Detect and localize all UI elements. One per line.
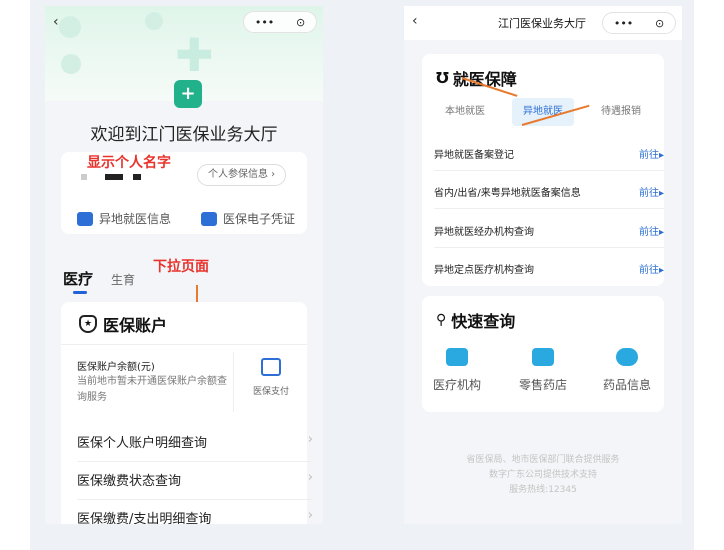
search-icon: ⚲ bbox=[436, 312, 447, 328]
name-mask bbox=[105, 174, 123, 180]
shield-icon: ★ bbox=[79, 315, 97, 333]
welcome-title: 欢迎到江门医保业务大厅 bbox=[90, 125, 278, 145]
list-item[interactable]: 医保缴费/支出明细查询 › bbox=[77, 508, 313, 524]
back-icon[interactable]: ‹ bbox=[412, 13, 418, 29]
hospital-icon bbox=[446, 348, 468, 366]
category-tabs: 医疗 生育 bbox=[63, 268, 135, 289]
tab-local[interactable]: 本地就医 bbox=[434, 98, 496, 126]
quick-item-hospital[interactable]: 医疗机构 bbox=[422, 348, 492, 393]
capsule-menu[interactable]: ••• ⊙ bbox=[602, 12, 676, 34]
service-row[interactable]: 异地定点医疗机构查询 前往▸ bbox=[434, 261, 664, 276]
go-link[interactable]: 前往▸ bbox=[639, 223, 664, 238]
more-icon[interactable]: ••• bbox=[614, 17, 633, 30]
pill-icon bbox=[616, 348, 638, 366]
medical-logo-icon: + bbox=[174, 80, 202, 108]
banner-illustration: ✚ bbox=[175, 28, 220, 82]
id-card-icon bbox=[201, 211, 217, 226]
quicklink-e-voucher[interactable]: 医保电子凭证 bbox=[201, 210, 295, 227]
tab-medical[interactable]: 医疗 bbox=[63, 268, 93, 289]
divider bbox=[61, 344, 307, 345]
tab-reimbursement[interactable]: 待遇报销 bbox=[590, 98, 652, 126]
right-phone-screen: ‹ 江门医保业务大厅 ••• ⊙ ℧ 就医保障 本地就医 异地就医 待遇报销 异地… bbox=[404, 6, 682, 524]
account-section-title: ★ 医保账户 bbox=[79, 312, 167, 336]
divider bbox=[233, 352, 234, 412]
pay-label[interactable]: 医保支付 bbox=[253, 384, 289, 397]
go-link[interactable]: 前往▸ bbox=[639, 261, 664, 276]
go-link[interactable]: 前往▸ bbox=[639, 184, 664, 199]
close-circle-icon[interactable]: ⊙ bbox=[296, 16, 305, 29]
service-row[interactable]: 异地就医经办机构查询 前往▸ bbox=[434, 223, 664, 238]
chevron-right-icon: › bbox=[307, 508, 313, 523]
divider bbox=[434, 247, 664, 248]
user-card: 显示个人名字 个人参保信息 › 异地就医信息 医保电子凭证 bbox=[61, 152, 307, 234]
more-icon[interactable]: ••• bbox=[255, 16, 274, 29]
close-circle-icon[interactable]: ⊙ bbox=[655, 17, 664, 30]
divider bbox=[434, 208, 664, 209]
card-location-icon bbox=[77, 211, 93, 226]
tab-underline bbox=[73, 291, 87, 294]
insurance-info-button[interactable]: 个人参保信息 › bbox=[197, 164, 287, 186]
quick-item-drug[interactable]: 药品信息 bbox=[592, 348, 662, 393]
banner-decoration bbox=[59, 16, 81, 38]
back-icon: ‹ bbox=[53, 14, 59, 30]
footer-line: 服务热线:12345 bbox=[509, 485, 577, 495]
medical-section-title: ℧ 就医保障 bbox=[436, 69, 517, 89]
banner-decoration bbox=[61, 54, 81, 74]
divider bbox=[434, 170, 664, 171]
annotation-show-name: 显示个人名字 bbox=[87, 155, 171, 171]
stethoscope-icon: ℧ bbox=[436, 69, 449, 87]
balance-note: 当前地市暂未开通医保账户余额查询服务 bbox=[77, 376, 227, 403]
service-row[interactable]: 省内/出省/来粤异地就医备案信息 前往▸ bbox=[434, 184, 664, 199]
name-mask bbox=[133, 174, 141, 180]
left-phone-screen: ✚ ‹ ••• ⊙ + 欢迎到江门医保业务大厅 显示个人名字 个人参保信息 › 异… bbox=[45, 6, 323, 524]
qr-pay-icon[interactable] bbox=[261, 358, 281, 376]
footer-line: 数字广东公司提供技术支持 bbox=[488, 470, 597, 480]
tab-maternity[interactable]: 生育 bbox=[111, 271, 135, 288]
list-item[interactable]: 医保个人账户明细查询 › bbox=[77, 432, 313, 462]
page-title: 江门医保业务大厅 bbox=[498, 17, 586, 30]
annotation-scroll: 下拉页面 bbox=[153, 259, 209, 275]
name-mask bbox=[81, 174, 87, 180]
quick-section-title: ⚲ 快速查询 bbox=[436, 312, 516, 331]
chevron-right-icon: › bbox=[307, 432, 313, 447]
chevron-right-icon: › bbox=[307, 470, 313, 485]
list-item[interactable]: 医保缴费状态查询 › bbox=[77, 470, 313, 500]
top-bar: ‹ 江门医保业务大厅 ••• ⊙ bbox=[404, 6, 682, 40]
screenshot-canvas: ✚ ‹ ••• ⊙ + 欢迎到江门医保业务大厅 显示个人名字 个人参保信息 › 异… bbox=[0, 0, 724, 550]
pharmacy-icon bbox=[532, 348, 554, 366]
go-link[interactable]: 前往▸ bbox=[639, 146, 664, 161]
account-card: ★ 医保账户 医保账户余额(元) 当前地市暂未开通医保账户余额查询服务 医保支付… bbox=[61, 302, 313, 524]
service-row[interactable]: 异地就医备案登记 前往▸ bbox=[434, 146, 664, 161]
banner-decoration bbox=[145, 12, 163, 30]
quick-query-card: ⚲ 快速查询 医疗机构 零售药店 药品信息 bbox=[422, 296, 664, 412]
back-button[interactable]: ‹ bbox=[53, 12, 59, 32]
quicklink-remote-medical[interactable]: 异地就医信息 bbox=[77, 210, 171, 227]
capsule-menu[interactable]: ••• ⊙ bbox=[243, 11, 317, 33]
quick-item-pharmacy[interactable]: 零售药店 bbox=[508, 348, 578, 393]
footer-line: 省医保局、地市医保部门联合提供服务 bbox=[466, 455, 620, 465]
balance-label: 医保账户余额(元) bbox=[77, 362, 155, 373]
